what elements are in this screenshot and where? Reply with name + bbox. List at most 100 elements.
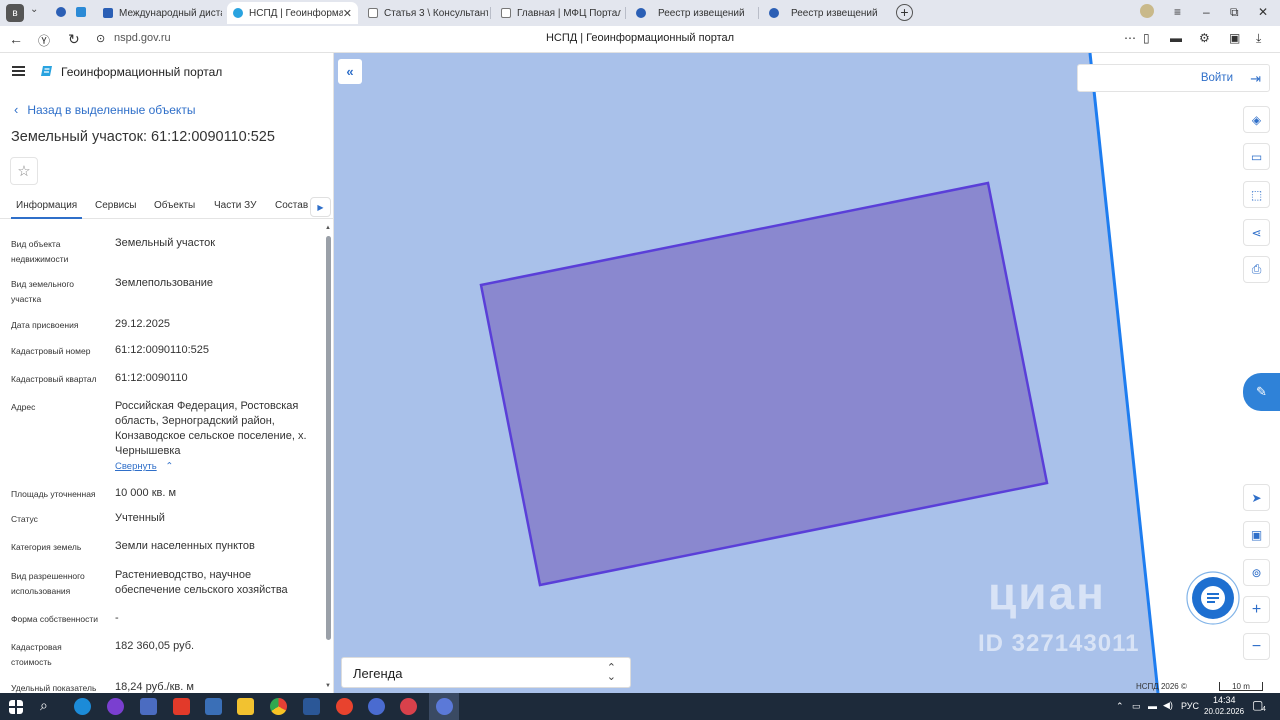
- downloads-icon[interactable]: ⤓: [1256, 31, 1261, 46]
- pinned-tab-icon[interactable]: [56, 7, 66, 17]
- minimize-icon[interactable]: ≡: [1174, 5, 1181, 19]
- share-icon[interactable]: ⋖: [1243, 219, 1270, 246]
- explorer-icon[interactable]: [237, 698, 254, 715]
- tab-close-icon[interactable]: ✕: [343, 7, 352, 20]
- collapse-window-icon[interactable]: –: [1203, 5, 1210, 19]
- tab-favicon-icon: [636, 8, 646, 18]
- value-cadastral-value: 182 360,05 руб.: [115, 640, 195, 652]
- value-address: Российская Федерация, Ростовская область…: [115, 400, 307, 457]
- volume-icon[interactable]: ◀): [1163, 700, 1173, 711]
- layers-icon[interactable]: ◈: [1243, 106, 1270, 133]
- legend-dropdown[interactable]: Легенда ⌃ ⌄: [341, 657, 631, 688]
- browser-tab-active[interactable]: НСПД | Геоинформаци ✕: [227, 2, 358, 24]
- app-icon[interactable]: [107, 698, 124, 715]
- tab-title: Реестр извещений: [658, 7, 745, 19]
- tab-composition[interactable]: Состав: [275, 200, 308, 211]
- menu-icon[interactable]: [12, 66, 25, 76]
- language-indicator[interactable]: РУС: [1181, 701, 1199, 711]
- yandex-icon[interactable]: Ⓨ: [38, 32, 50, 49]
- back-arrow-icon[interactable]: ←: [9, 31, 23, 47]
- new-tab-button[interactable]: +: [896, 4, 913, 21]
- scroll-down-icon[interactable]: ▼: [325, 683, 331, 689]
- tab-services[interactable]: Сервисы: [95, 200, 136, 211]
- tabs-next-icon[interactable]: ▶: [310, 197, 331, 217]
- login-button[interactable]: Войти ⇥: [1077, 64, 1270, 92]
- favorite-star-icon[interactable]: ☆: [10, 157, 38, 185]
- chat-icon[interactable]: [1185, 570, 1241, 626]
- bookmark-icon[interactable]: ▯: [1143, 31, 1150, 45]
- calculator-icon[interactable]: [140, 698, 157, 715]
- collections-icon[interactable]: ▣: [1229, 31, 1240, 45]
- page-title: НСПД | Геоинформационный портал: [545, 32, 735, 44]
- panel-scrollbar[interactable]: ▲ ▼: [324, 225, 333, 693]
- value-cadastral-quarter: 61:12:0090110: [115, 372, 188, 384]
- tab-info[interactable]: Информация: [11, 200, 83, 219]
- scroll-up-icon[interactable]: ▲: [325, 225, 331, 231]
- locate-icon[interactable]: ➤: [1243, 484, 1270, 511]
- back-to-selection-link[interactable]: ‹ Назад в выделенные объекты: [14, 102, 195, 117]
- geo-search-icon[interactable]: ⊚: [1243, 559, 1270, 586]
- zoom-out-icon[interactable]: −: [1243, 633, 1270, 660]
- label-object-type: Вид объекта недвижимости: [11, 239, 69, 264]
- tray-arrow-icon[interactable]: ⌃: [1116, 701, 1124, 712]
- chrome-icon[interactable]: [270, 698, 287, 715]
- value-permitted-use: Растениеводство, научное обеспечение сел…: [115, 569, 288, 596]
- yandex-browser-active-icon-inner: [436, 698, 453, 715]
- collapse-address-link[interactable]: Свернуть ⌃: [115, 461, 173, 472]
- browser-tab[interactable]: Реестр извещений: [763, 2, 889, 24]
- close-window-icon[interactable]: ✕: [1258, 5, 1268, 19]
- scrollbar-thumb[interactable]: [326, 236, 331, 640]
- value-object-type: Земельный участок: [115, 237, 216, 249]
- extensions-icon[interactable]: ⚙: [1199, 31, 1210, 45]
- clock-date[interactable]: 20.02.2026: [1204, 707, 1244, 716]
- pdf-icon[interactable]: [173, 698, 190, 715]
- label-area: Площадь уточненная: [11, 489, 96, 499]
- zoom-in-icon[interactable]: +: [1243, 596, 1270, 623]
- app-icon[interactable]: [400, 698, 417, 715]
- value-land-category: Земли населенных пунктов: [115, 540, 255, 552]
- value-area: 10 000 кв. м: [115, 487, 177, 499]
- land-parcel[interactable]: [479, 181, 1049, 587]
- browser-tab[interactable]: Реестр извещений: [630, 2, 756, 24]
- restore-window-icon[interactable]: ⧉: [1230, 5, 1239, 20]
- tab-favicon-icon: [501, 8, 511, 18]
- pinned-tab-icon-2[interactable]: [76, 7, 86, 17]
- browser-tab[interactable]: Международный дистан: [97, 2, 222, 24]
- app-icon[interactable]: [205, 698, 222, 715]
- object-title: Земельный участок: 61:12:0090110:525: [11, 129, 275, 145]
- map-canvas[interactable]: [334, 53, 1280, 693]
- tab-parts[interactable]: Части ЗУ: [214, 200, 256, 211]
- reload-icon[interactable]: ↻: [68, 31, 80, 48]
- print-icon[interactable]: ⎙: [1243, 256, 1270, 283]
- map-copyright: НСПД 2026 ©: [1136, 682, 1187, 691]
- windows-taskbar: ⌕ ⌃ ▭ ▬ ◀) РУС 14:34 20.02.2026 ▢ 4: [0, 693, 1280, 720]
- label-ownership: Форма собственности: [11, 614, 98, 624]
- tab-objects[interactable]: Объекты: [154, 200, 195, 211]
- selection-icon[interactable]: ⬚: [1243, 181, 1270, 208]
- more-icon[interactable]: ⋯: [1124, 31, 1136, 45]
- collapse-panel-icon[interactable]: «: [338, 59, 362, 84]
- reader-icon[interactable]: ▬: [1170, 31, 1182, 45]
- word-icon[interactable]: [303, 698, 320, 715]
- yandex-browser-icon[interactable]: [368, 698, 385, 715]
- browser-tab[interactable]: Статья 3 \ КонсультантП: [362, 2, 488, 24]
- minimap-icon[interactable]: ▣: [1243, 521, 1270, 548]
- tabs-list-icon[interactable]: ⌄: [30, 4, 38, 15]
- assistant-icon[interactable]: ✎: [1243, 373, 1280, 411]
- browser-tab[interactable]: Главная | МФЦ Портал: [495, 2, 621, 24]
- site-info-icon[interactable]: ⊙: [96, 32, 105, 45]
- network-icon[interactable]: ▭: [1132, 701, 1141, 712]
- windows-start-icon[interactable]: [9, 700, 23, 714]
- browser-menu-icon[interactable]: в: [6, 4, 24, 22]
- ruler-icon[interactable]: ▭: [1243, 143, 1270, 170]
- portal-name[interactable]: Геоинформационный портал: [61, 65, 222, 79]
- edge-icon[interactable]: [74, 698, 91, 715]
- yandex-icon[interactable]: [336, 698, 353, 715]
- profile-avatar-icon[interactable]: [1140, 4, 1154, 18]
- clock-time[interactable]: 14:34: [1213, 695, 1236, 705]
- url-text[interactable]: nspd.gov.ru: [114, 32, 171, 44]
- search-icon[interactable]: ⌕: [40, 697, 57, 714]
- panel-tabs: Информация Сервисы Объекты Части ЗУ Сост…: [0, 193, 333, 219]
- battery-icon[interactable]: ▬: [1148, 701, 1157, 711]
- tab-separator: [490, 7, 491, 19]
